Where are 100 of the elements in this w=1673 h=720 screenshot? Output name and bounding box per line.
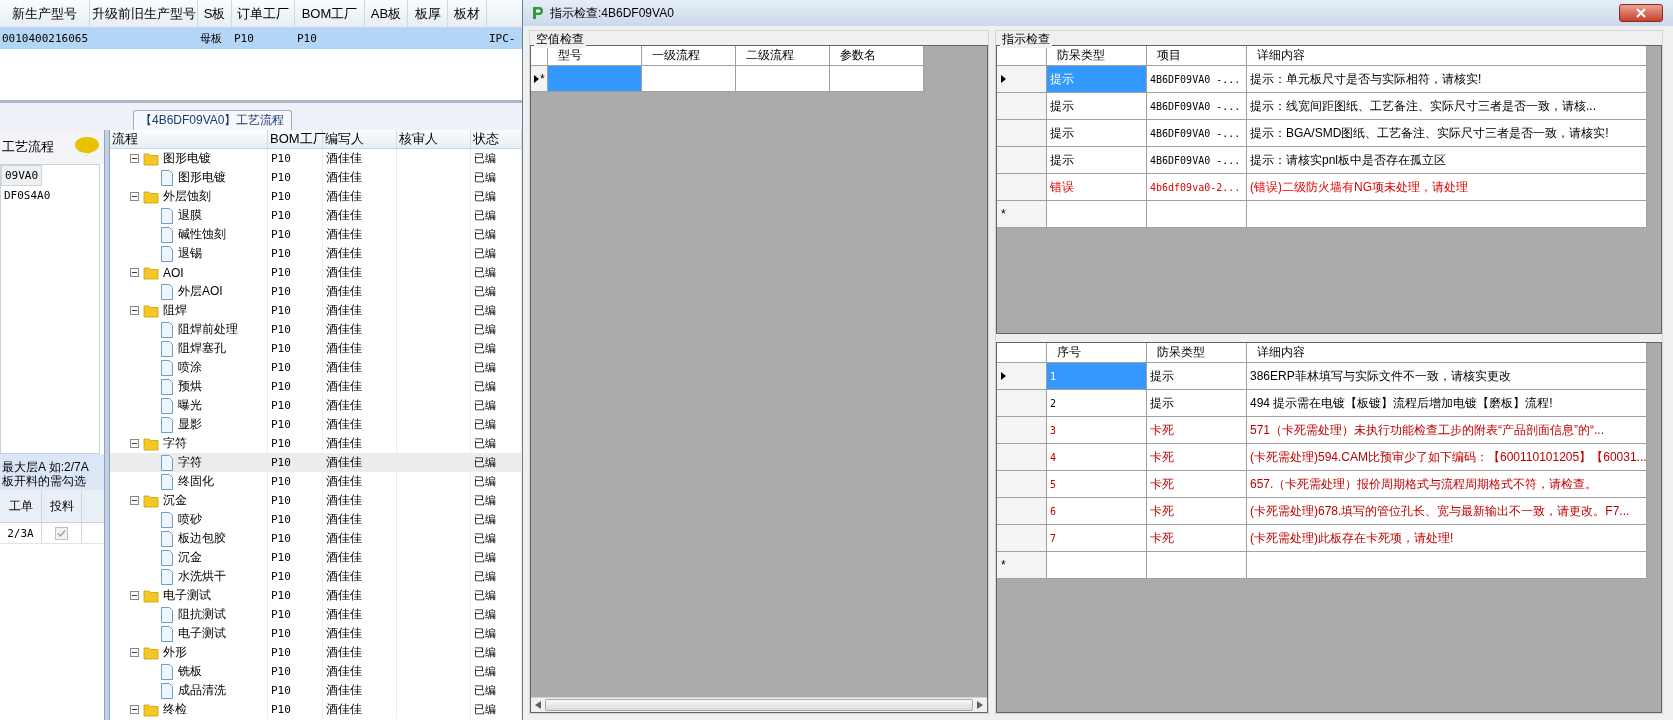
tree-row[interactable]: 阻焊 P10 酒佳佳 已编: [110, 301, 522, 320]
table-cell[interactable]: [1147, 552, 1247, 579]
tree-row[interactable]: AOI P10 酒佳佳 已编: [110, 263, 522, 282]
row-header[interactable]: [997, 174, 1047, 201]
column-header[interactable]: 参数名: [830, 46, 924, 66]
table-cell[interactable]: 571（卡死需处理）未执行功能检查工步的附表“产品剖面信息”的“...: [1247, 417, 1647, 444]
tree-row[interactable]: 板边包胶 P10 酒佳佳 已编: [110, 529, 522, 548]
tree-row[interactable]: 电子测试 P10 酒佳佳 已编: [110, 624, 522, 643]
table-cell[interactable]: [548, 66, 642, 92]
process-tab[interactable]: 【4B6DF09VA0】工艺流程: [133, 110, 292, 130]
table-cell[interactable]: 4b6df09va0-2...: [1147, 174, 1247, 201]
table-cell[interactable]: 4B6DF09VA0 -...: [1147, 120, 1247, 147]
tree-row[interactable]: 退膜 P10 酒佳佳 已编: [110, 206, 522, 225]
column-header[interactable]: 详细内容: [1247, 46, 1647, 66]
scroll-thumb[interactable]: [545, 699, 973, 711]
column-header[interactable]: 防呆类型: [1147, 343, 1247, 363]
row-header[interactable]: [997, 390, 1047, 417]
column-header[interactable]: 新生产型号: [12, 4, 77, 23]
list-item[interactable]: DF0S4A0: [1, 186, 54, 205]
table-cell[interactable]: 提示：单元板尺寸是否与实际相符，请核实!: [1247, 66, 1647, 93]
column-header[interactable]: S板: [203, 4, 226, 23]
column-header[interactable]: 投料: [42, 490, 82, 522]
row-header[interactable]: [997, 93, 1047, 120]
row-header[interactable]: [997, 417, 1047, 444]
speech-bubble-icon[interactable]: [74, 136, 100, 158]
table-cell[interactable]: 3: [1047, 417, 1147, 444]
tree-row[interactable]: 阻焊塞孔 P10 酒佳佳 已编: [110, 339, 522, 358]
table-cell[interactable]: 卡死: [1147, 417, 1247, 444]
table-cell[interactable]: 4B6DF09VA0 -...: [1147, 66, 1247, 93]
table-cell[interactable]: 6: [1047, 498, 1147, 525]
tree-row[interactable]: 沉金 P10 酒佳佳 已编: [110, 491, 522, 510]
table-cell[interactable]: 657.（卡死需处理）报价周期格式与流程周期格式不符，请检查。: [1247, 471, 1647, 498]
column-header[interactable]: 型号: [548, 46, 642, 66]
row-header[interactable]: [997, 444, 1047, 471]
table-cell[interactable]: [1047, 552, 1147, 579]
column-header[interactable]: 详细内容: [1247, 343, 1647, 363]
collapse-icon[interactable]: [130, 154, 139, 163]
table-cell[interactable]: 卡死: [1147, 444, 1247, 471]
table-cell[interactable]: 卡死: [1147, 471, 1247, 498]
row-header[interactable]: [997, 120, 1047, 147]
column-header[interactable]: 二级流程: [736, 46, 830, 66]
tree-row[interactable]: 电子测试 P10 酒佳佳 已编: [110, 586, 522, 605]
tree-row[interactable]: 阻抗测试 P10 酒佳佳 已编: [110, 605, 522, 624]
row-header[interactable]: [997, 471, 1047, 498]
table-cell[interactable]: 494 提示需在电镀【板镀】流程后增加电镀【磨板】流程!: [1247, 390, 1647, 417]
row-header[interactable]: *: [997, 201, 1047, 228]
table-cell[interactable]: 提示: [1047, 93, 1147, 120]
table-cell[interactable]: [830, 66, 924, 92]
table-cell[interactable]: [642, 66, 736, 92]
column-header[interactable]: 防呆类型: [1047, 46, 1147, 66]
tree-row[interactable]: 外层AOI P10 酒佳佳 已编: [110, 282, 522, 301]
collapse-icon[interactable]: [130, 648, 139, 657]
tree-row[interactable]: 沉金 P10 酒佳佳 已编: [110, 548, 522, 567]
table-cell[interactable]: 提示：BGA/SMD图纸、工艺备注、实际尺寸三者是否一致，请核实!: [1247, 120, 1647, 147]
tree-row[interactable]: 外形 P10 酒佳佳 已编: [110, 643, 522, 662]
table-cell[interactable]: (卡死需处理)此板存在卡死项，请处理!: [1247, 525, 1647, 552]
close-button[interactable]: [1619, 4, 1663, 22]
row-header[interactable]: [997, 363, 1047, 390]
tree-row[interactable]: 曝光 P10 酒佳佳 已编: [110, 396, 522, 415]
table-cell[interactable]: 5: [1047, 471, 1147, 498]
column-header[interactable]: 工单: [0, 490, 42, 522]
table-cell[interactable]: 卡死: [1147, 498, 1247, 525]
list-item[interactable]: 09VA0: [1, 165, 43, 186]
tree-row[interactable]: 喷涂 P10 酒佳佳 已编: [110, 358, 522, 377]
table-cell[interactable]: 提示: [1147, 390, 1247, 417]
tree-row[interactable]: 阻焊前处理 P10 酒佳佳 已编: [110, 320, 522, 339]
tree-row[interactable]: 水洗烘干 P10 酒佳佳 已编: [110, 567, 522, 586]
tree-row[interactable]: 终检 P10 酒佳佳 已编: [110, 700, 522, 719]
tree-row[interactable]: 成品清洗 P10 酒佳佳 已编: [110, 681, 522, 700]
column-header[interactable]: 板厚: [414, 4, 441, 23]
table-cell[interactable]: (错误)二级防火墙有NG项未处理，请处理: [1247, 174, 1647, 201]
table-cell[interactable]: 提示：线宽间距图纸、工艺备注、实际尺寸三者是否一致，请核...: [1247, 93, 1647, 120]
arrow-left-icon[interactable]: [535, 701, 541, 709]
table-cell[interactable]: 386ERP菲林填写与实际文件不一致，请核实更改: [1247, 363, 1647, 390]
table-cell[interactable]: 提示: [1147, 363, 1247, 390]
table-cell[interactable]: [1247, 552, 1647, 579]
tree-row[interactable]: 图形电镀 P10 酒佳佳 已编: [110, 168, 522, 187]
table-cell[interactable]: 4B6DF09VA0 -...: [1147, 93, 1247, 120]
table-cell[interactable]: 2: [1047, 390, 1147, 417]
tree-row[interactable]: 喷砂 P10 酒佳佳 已编: [110, 510, 522, 529]
table-cell[interactable]: 4: [1047, 444, 1147, 471]
row-header[interactable]: *: [531, 66, 548, 92]
tree-row[interactable]: 字符 P10 酒佳佳 已编: [110, 453, 522, 472]
tree-row[interactable]: 图形电镀 P10 酒佳佳 已编: [110, 149, 522, 168]
tree-row[interactable]: 碱性蚀刻 P10 酒佳佳 已编: [110, 225, 522, 244]
table-row[interactable]: 0010400216065 母板 P10 P10 IPC-: [0, 28, 522, 49]
tree-row[interactable]: 退锡 P10 酒佳佳 已编: [110, 244, 522, 263]
column-header[interactable]: 升级前旧生产型号: [91, 4, 196, 23]
collapse-icon[interactable]: [130, 306, 139, 315]
column-header[interactable]: 流程: [110, 130, 268, 148]
table-cell[interactable]: [1247, 201, 1647, 228]
table-cell[interactable]: [1047, 201, 1147, 228]
tree-row[interactable]: 终固化 P10 酒佳佳 已编: [110, 472, 522, 491]
table-cell[interactable]: 提示: [1047, 147, 1147, 174]
collapse-icon[interactable]: [130, 705, 139, 714]
row-header[interactable]: *: [997, 552, 1047, 579]
collapse-icon[interactable]: [130, 439, 139, 448]
tree-row[interactable]: 外层蚀刻 P10 酒佳佳 已编: [110, 187, 522, 206]
collapse-icon[interactable]: [130, 192, 139, 201]
column-header[interactable]: 项目: [1147, 46, 1247, 66]
